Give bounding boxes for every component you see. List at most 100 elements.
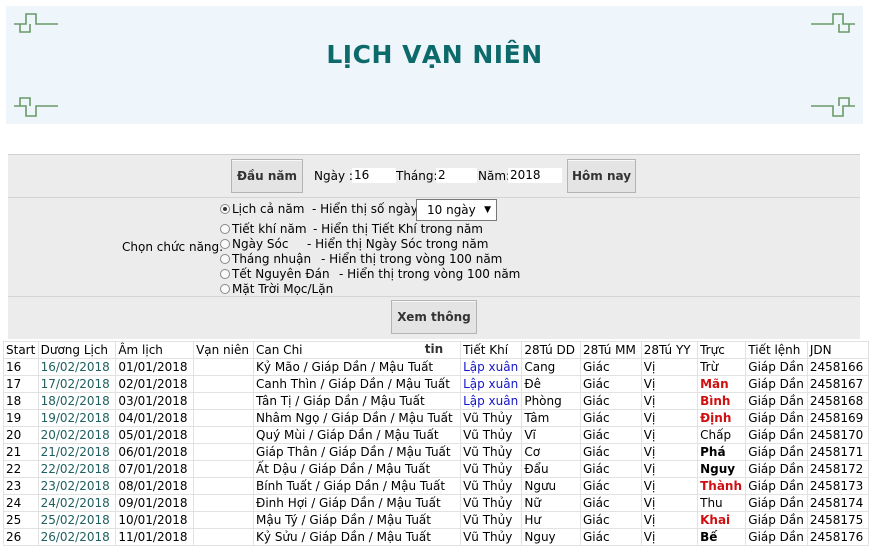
corner-ornament-bottom-left: [12, 92, 60, 120]
table-header-row: Start Dương Lịch Âm lịch Vạn niên Can Chi Tiế…: [3, 341, 869, 359]
table-cell: Vũ Thủy: [460, 477, 523, 495]
table-cell: Nhâm Ngọ / Giáp Dần / Mậu Tuất: [253, 409, 462, 427]
table-cell: 08/01/2018: [115, 477, 195, 495]
table-cell: Vị: [640, 511, 699, 529]
table-cell: 22: [3, 460, 39, 478]
table-cell: [193, 511, 255, 529]
table-cell: Bính Tuất / Giáp Dần / Mậu Tuất: [253, 477, 462, 495]
table-cell: 2458176: [806, 528, 869, 546]
column-header: 28Tú DD: [521, 341, 581, 359]
table-cell: Giáp Thân / Giáp Dần / Mậu Tuất: [253, 443, 462, 461]
table-cell: Giáp Dần: [745, 426, 808, 444]
table-cell: Giáp Dần: [745, 477, 808, 495]
table-cell: 2458171: [806, 443, 869, 461]
option-label[interactable]: Lịch cả năm: [232, 202, 304, 216]
page-title: LỊCH VẠN NIÊN: [326, 40, 543, 69]
table-cell: Thu: [697, 494, 747, 512]
table-cell: Đinh Hợi / Giáp Dần / Mậu Tuất: [253, 494, 462, 512]
table-row: 21 21/02/2018 06/01/2018 Giáp Thân / Giáp D…: [3, 443, 869, 461]
table-cell: Trừ: [697, 358, 747, 376]
table-cell: Vị: [640, 409, 699, 427]
option-label[interactable]: Tết Nguyên Đán: [232, 267, 330, 281]
table-cell: 22/02/2018: [37, 460, 117, 478]
function-row: Chọn chức năng: Lịch cả năm - Hiển thị số…: [8, 198, 860, 297]
table-cell: 2458173: [806, 477, 869, 495]
table-row: 16 16/02/2018 01/01/2018 Kỷ Mão / Giáp Dần …: [3, 358, 869, 376]
dropdown-arrow-icon: ▼: [484, 205, 491, 215]
table-cell: Quý Mùi / Giáp Dần / Mậu Tuất: [253, 426, 462, 444]
table-cell: 23: [3, 477, 39, 495]
table-cell: Ất Dậu / Giáp Dần / Mậu Tuất: [253, 460, 462, 478]
table-cell: Vũ Thủy: [460, 494, 523, 512]
day-label: Ngày :: [314, 169, 353, 183]
header-banner: LỊCH VẠN NIÊN: [6, 6, 863, 124]
month-label: Tháng:: [396, 169, 438, 183]
table-cell: 21/02/2018: [37, 443, 117, 461]
table-cell: 02/01/2018: [115, 375, 195, 393]
table-cell: Đê: [521, 375, 581, 393]
table-row: 18 18/02/2018 03/01/2018 Tân Tị / Giáp Dần …: [3, 392, 869, 410]
today-button[interactable]: Hôm nay: [567, 159, 636, 193]
table-cell: 2458167: [806, 375, 869, 393]
table-cell: 17/02/2018: [37, 375, 117, 393]
radio-option-6[interactable]: [220, 284, 230, 294]
table-cell: 16: [3, 358, 39, 376]
table-cell: 25: [3, 511, 39, 529]
table-cell: Giáp Dần: [745, 443, 808, 461]
column-header: Can Chi: [253, 341, 462, 359]
days-select[interactable]: 10 ngày ▼: [416, 199, 497, 221]
option-label[interactable]: Tháng nhuận: [232, 252, 311, 266]
table-cell: Giác: [579, 511, 642, 529]
view-info-button[interactable]: Xem thông tin: [391, 300, 477, 356]
day-input[interactable]: 16: [352, 168, 396, 183]
column-header: Dương Lịch: [37, 341, 117, 359]
table-cell: [193, 392, 255, 410]
radio-option-1[interactable]: [220, 204, 230, 214]
option-description: - Hiển thị Tiết Khí trong năm: [313, 222, 483, 236]
year-input[interactable]: 2018: [508, 168, 562, 183]
table-cell: Vị: [640, 426, 699, 444]
table-cell: Lập xuân: [460, 392, 523, 410]
table-cell: Định: [697, 409, 747, 427]
table-cell: 20: [3, 426, 39, 444]
table-cell: Vị: [640, 392, 699, 410]
radio-option-5[interactable]: [220, 269, 230, 279]
corner-ornament-top-left: [12, 10, 60, 38]
start-year-button[interactable]: Đầu năm: [231, 159, 303, 193]
table-row: 22 22/02/2018 07/01/2018 Ất Dậu / Giáp Dần …: [3, 460, 869, 478]
days-select-value: 10 ngày: [427, 203, 476, 217]
table-cell: [193, 409, 255, 427]
table-row: 26 26/02/2018 11/01/2018 Kỷ Sửu / Giáp Dần …: [3, 528, 869, 546]
table-cell: Vũ Thủy: [460, 409, 523, 427]
table-cell: Giáp Dần: [745, 409, 808, 427]
table-cell: 16/02/2018: [37, 358, 117, 376]
table-cell: 23/02/2018: [37, 477, 117, 495]
table-cell: 2458174: [806, 494, 869, 512]
table-cell: Bế: [697, 528, 747, 546]
option-label[interactable]: Mặt Trời Mọc/Lặn: [232, 282, 333, 296]
option-label[interactable]: Tiết khí năm: [232, 222, 307, 236]
option-description: - Hiển thị Ngày Sóc trong năm: [307, 237, 489, 251]
option-label[interactable]: Ngày Sóc: [232, 237, 288, 251]
option-description: - Hiển thị trong vòng 100 năm: [321, 252, 503, 266]
table-cell: 07/01/2018: [115, 460, 195, 478]
table-cell: [193, 375, 255, 393]
table-row: 23 23/02/2018 08/01/2018 Bính Tuất / Giáp D…: [3, 477, 869, 495]
table-cell: Giáp Dần: [745, 375, 808, 393]
radio-option-2[interactable]: [220, 224, 230, 234]
month-input[interactable]: 2: [436, 168, 477, 183]
radio-option-3[interactable]: [220, 239, 230, 249]
table-cell: Giáp Dần: [745, 392, 808, 410]
table-cell: Canh Thìn / Giáp Dần / Mậu Tuất: [253, 375, 462, 393]
column-header: Âm lịch: [115, 341, 195, 359]
table-cell: Giác: [579, 443, 642, 461]
column-header: 28Tú YY: [640, 341, 699, 359]
table-cell: Nguy: [521, 528, 581, 546]
radio-option-4[interactable]: [220, 254, 230, 264]
table-cell: 05/01/2018: [115, 426, 195, 444]
table-cell: [193, 477, 255, 495]
table-cell: Ngưu: [521, 477, 581, 495]
table-cell: Tâm: [521, 409, 581, 427]
table-cell: Nguy: [697, 460, 747, 478]
table-cell: Phòng: [521, 392, 581, 410]
